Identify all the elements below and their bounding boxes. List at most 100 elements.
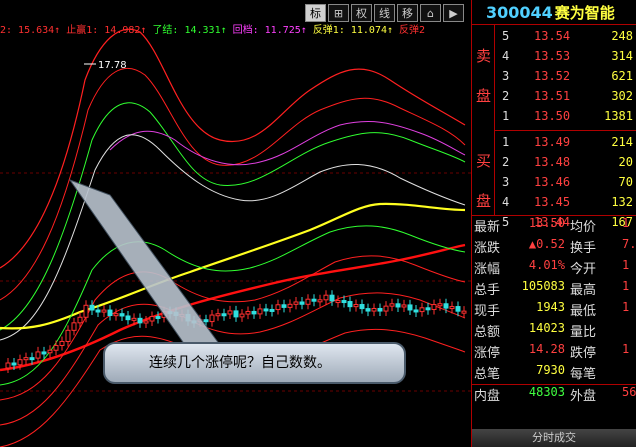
candle-body xyxy=(203,319,209,323)
band-upper-inner xyxy=(0,102,466,331)
candle-body xyxy=(83,304,89,318)
book-divider-v xyxy=(494,25,495,215)
ask-px: 13.50 xyxy=(534,109,571,123)
stat-value: 105083 xyxy=(521,279,565,293)
stat-row-3: 总手 105083 最高 1 xyxy=(472,279,636,300)
callout-text: 连续几个涨停呢？自己数数。 xyxy=(149,355,331,371)
candle-body xyxy=(437,303,443,307)
candle-body xyxy=(287,303,293,308)
candle-body xyxy=(275,304,281,311)
candle-body xyxy=(95,309,101,313)
toolbar-button-6[interactable]: ▶ xyxy=(443,4,464,22)
indicator-0: 2: 15.634↑ xyxy=(0,25,61,36)
candle-body xyxy=(371,307,377,312)
ma-white xyxy=(0,134,466,341)
candle-body xyxy=(377,307,383,312)
bid-row-1[interactable]: 2 13.48 20 xyxy=(502,155,636,173)
stat-label-2: 外盘 xyxy=(570,389,597,404)
kline-chart-panel[interactable]: 17.78 2: 15.634↑ 止赢1: 14.982↑ 了结: 14.331↑ 回… xyxy=(0,0,471,447)
stat-value: 14023 xyxy=(528,321,565,335)
candle-body xyxy=(23,357,29,361)
ask-row-2[interactable]: 3 13.52 621 xyxy=(502,69,636,87)
stat-value: 1943 xyxy=(536,300,565,314)
candle-body xyxy=(47,349,53,354)
stat-value: 48303 xyxy=(528,385,565,399)
annotation-callout: 连续几个涨停呢？自己数数。 xyxy=(103,342,406,384)
peak-label: 17.78 xyxy=(98,60,127,71)
ask-lvl: 1 xyxy=(502,109,510,123)
bid-px: 13.49 xyxy=(534,135,571,149)
ask-row-4[interactable]: 1 13.50 1381 xyxy=(502,109,636,127)
candle-body xyxy=(347,301,353,308)
ask-lvl: 5 xyxy=(502,29,510,43)
candle-body xyxy=(227,310,233,315)
candle-body xyxy=(461,310,467,314)
toolbar-button-3[interactable]: 线 xyxy=(374,4,395,22)
toolbar-button-5[interactable]: ⌂ xyxy=(420,4,441,22)
buy-label-1: 买 xyxy=(476,152,492,170)
ask-px: 13.51 xyxy=(534,89,571,103)
stat-label-2: 跌停 xyxy=(570,346,597,361)
ask-row-0[interactable]: 5 13.54 248 xyxy=(502,29,636,47)
indicator-bar: 2: 15.634↑ 止赢1: 14.982↑ 了结: 14.331↑ 回档: 11.… xyxy=(0,23,471,39)
candle-body xyxy=(335,300,341,304)
candle-body xyxy=(299,301,305,305)
bid-row-3[interactable]: 4 13.45 132 xyxy=(502,195,636,213)
stat-row-2: 涨幅 4.01% 今开 1 xyxy=(472,258,636,279)
candle-body xyxy=(107,309,113,316)
stock-header[interactable]: 300044 赛为智能 xyxy=(472,0,636,25)
tick-trades-tab[interactable]: 分时成交 xyxy=(472,429,636,447)
stat-value-2: 1 xyxy=(622,300,630,314)
candle-body xyxy=(89,304,95,311)
stat-label-2: 换手 xyxy=(570,241,597,256)
ask-vol: 248 xyxy=(611,29,633,43)
candle-body xyxy=(401,304,407,308)
stat-label-2: 最高 xyxy=(570,283,597,298)
stat-label-2: 均价 xyxy=(570,220,597,235)
toolbar-button-4[interactable]: 移 xyxy=(397,4,418,22)
toolbar-button-0[interactable]: 标 xyxy=(305,4,326,22)
ask-row-1[interactable]: 4 13.53 314 xyxy=(502,49,636,67)
candle-body xyxy=(53,344,59,351)
candle-body xyxy=(209,314,215,323)
candle-body xyxy=(365,308,371,312)
stat-row-8: 内盘 48303 外盘 56 xyxy=(472,384,636,406)
candle-body xyxy=(11,362,17,366)
stat-row-7: 总笔 7930 每笔 xyxy=(472,363,636,384)
bid-lvl: 4 xyxy=(502,195,510,209)
sell-label-2: 盘 xyxy=(476,87,492,105)
ask-row-3[interactable]: 2 13.51 302 xyxy=(502,89,636,107)
candle-body xyxy=(29,357,35,361)
toolbar-button-1[interactable]: ⊞ xyxy=(328,4,349,22)
candle-body xyxy=(263,308,269,312)
quote-panel: 300044 赛为智能 卖 盘 买 盘 5 13.54 248 4 13.53 314 3 1… xyxy=(471,0,636,447)
candle-body xyxy=(419,307,425,313)
candle-body xyxy=(233,310,239,318)
candle-body xyxy=(113,313,119,317)
candle-body xyxy=(5,362,11,369)
stat-label: 总手 xyxy=(474,283,501,298)
indicator-4: 反弹1: 11.074↑ xyxy=(312,25,394,36)
candle-body xyxy=(431,304,437,310)
band-upper-magenta xyxy=(109,121,466,166)
candle-body xyxy=(281,304,287,308)
candle-body xyxy=(323,294,329,301)
bid-lvl: 3 xyxy=(502,175,510,189)
stat-label: 总笔 xyxy=(474,367,501,382)
stat-value: 4.01% xyxy=(528,258,565,272)
band-upper-outer xyxy=(0,28,466,269)
candle-body xyxy=(245,310,251,315)
toolbar-button-2[interactable]: 权 xyxy=(351,4,372,22)
chart-toolbar: 标 ⊞ 权线移 ⌂ ▶ xyxy=(305,4,466,22)
bid-row-2[interactable]: 3 13.46 70 xyxy=(502,175,636,193)
indicator-1: 止赢1: 14.982↑ xyxy=(66,25,147,36)
stat-value: ▲0.52 xyxy=(528,237,565,251)
candle-body xyxy=(425,307,431,311)
candle-body xyxy=(389,303,395,307)
bid-px: 13.48 xyxy=(534,155,571,169)
candle-body xyxy=(155,316,161,320)
bid-row-0[interactable]: 1 13.49 214 xyxy=(502,135,636,153)
candle-body xyxy=(257,308,263,315)
ask-vol: 621 xyxy=(611,69,633,83)
stat-label: 内盘 xyxy=(474,389,501,404)
